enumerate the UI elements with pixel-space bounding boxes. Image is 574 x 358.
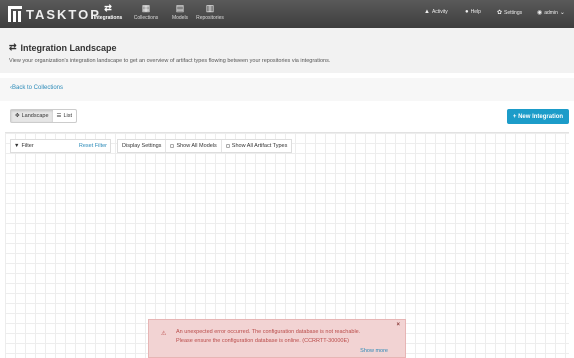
landscape-toggle[interactable]: ✥ Landscape bbox=[11, 110, 53, 122]
page-description: View your organization's integration lan… bbox=[9, 58, 331, 64]
show-all-models-toggle[interactable]: Show All Models bbox=[166, 140, 222, 152]
page-title: ⇄ Integration Landscape bbox=[9, 42, 117, 53]
checkbox-icon bbox=[225, 144, 230, 148]
bell-icon: ▲ bbox=[424, 9, 430, 15]
collections-icon: ▦ bbox=[141, 3, 151, 13]
show-types-label: Show All Artifact Types bbox=[231, 143, 288, 149]
display-settings-label: Display Settings bbox=[122, 143, 162, 149]
nav-repositories-label: Repositories bbox=[196, 15, 224, 21]
models-icon: ▤ bbox=[175, 3, 185, 13]
checkbox-icon bbox=[170, 144, 175, 148]
funnel-icon: ▼ bbox=[14, 143, 20, 149]
arrows-icon: ⇄ bbox=[104, 3, 112, 13]
nav-models-label: Models bbox=[171, 15, 189, 21]
chevron-down-icon: ⌄ bbox=[559, 10, 565, 16]
show-more-link[interactable]: Show more bbox=[360, 348, 388, 354]
view-toggle: ✥ Landscape ☰ List bbox=[10, 109, 78, 123]
error-message-line1: An unexpected error occurred. The config… bbox=[176, 329, 361, 335]
filter-toggle[interactable]: ▼ Filter bbox=[14, 143, 34, 149]
reset-filter-link[interactable]: Reset Filter bbox=[79, 143, 107, 149]
show-models-label: Show All Models bbox=[176, 143, 217, 149]
user-menu[interactable]: ◉ admin ⌄ bbox=[537, 9, 565, 17]
filter-panel[interactable]: ▼ Filter Reset Filter bbox=[10, 139, 111, 153]
list-toggle[interactable]: ☰ List bbox=[53, 110, 77, 122]
display-settings-button[interactable]: Display Settings bbox=[118, 140, 167, 152]
user-label: admin bbox=[544, 9, 558, 16]
nav-integrations[interactable]: ⇄ Integrations bbox=[88, 0, 128, 28]
activity-label: Activity bbox=[431, 9, 448, 15]
new-integration-button[interactable]: + New Integration bbox=[507, 109, 569, 124]
help-label: Help bbox=[470, 9, 481, 15]
arrows-icon: ⇄ bbox=[9, 42, 17, 52]
close-icon[interactable]: × bbox=[396, 322, 400, 328]
filter-label: Filter bbox=[21, 143, 34, 149]
nav-collections-label: Collections bbox=[133, 15, 159, 21]
list-label: List bbox=[63, 113, 73, 119]
help-icon: ● bbox=[465, 9, 469, 15]
landscape-label: Landscape bbox=[21, 113, 49, 119]
help-link[interactable]: ● Help bbox=[465, 9, 481, 15]
error-message-line2: Please ensure the configuration database… bbox=[176, 338, 349, 344]
show-all-artifact-types-toggle[interactable]: Show All Artifact Types bbox=[222, 140, 292, 152]
list-icon: ☰ bbox=[56, 113, 62, 119]
repositories-icon: ▥ bbox=[205, 3, 215, 13]
top-navbar: TASKTOP ⇄ Integrations ▦ Collections ▤ M… bbox=[0, 0, 574, 28]
settings-link[interactable]: ✿ Settings bbox=[497, 9, 523, 17]
page-title-text: Integration Landscape bbox=[20, 42, 117, 53]
logo-mark-icon bbox=[8, 6, 22, 22]
back-to-collections-link[interactable]: ‹Back to Collections bbox=[10, 85, 63, 91]
error-toast: ⚠ An unexpected error occurred. The conf… bbox=[148, 319, 406, 358]
back-link-label: Back to Collections bbox=[12, 85, 64, 91]
gear-icon: ✿ bbox=[497, 10, 503, 16]
user-icon: ◉ bbox=[537, 10, 543, 16]
warning-icon: ⚠ bbox=[161, 331, 167, 337]
nav-repositories[interactable]: ▥ Repositories bbox=[190, 0, 230, 28]
settings-label: Settings bbox=[504, 9, 523, 16]
activity-link[interactable]: ▲ Activity bbox=[424, 9, 448, 15]
breadcrumb-bar bbox=[0, 78, 574, 101]
tasktop-logo[interactable]: TASKTOP bbox=[8, 6, 101, 22]
landscape-icon: ✥ bbox=[15, 113, 20, 119]
display-settings-bar: Display Settings Show All Models Show Al… bbox=[117, 139, 293, 153]
nav-integrations-label: Integrations bbox=[93, 15, 123, 21]
